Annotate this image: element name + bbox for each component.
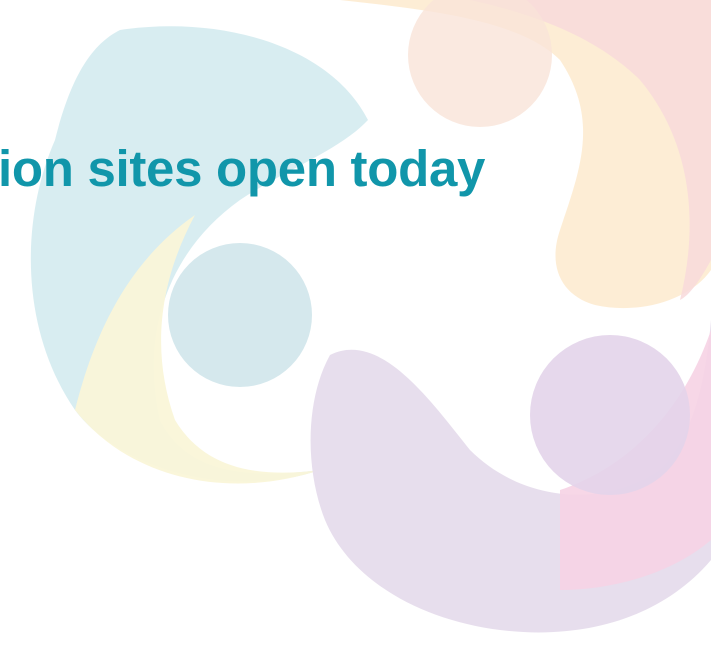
lavender-petal-shape [310,320,711,633]
pastel-pinwheel-logo-icon [30,0,711,633]
slide-canvas: ion sites open today [0,0,711,648]
slide-headline: ion sites open today [0,140,486,197]
